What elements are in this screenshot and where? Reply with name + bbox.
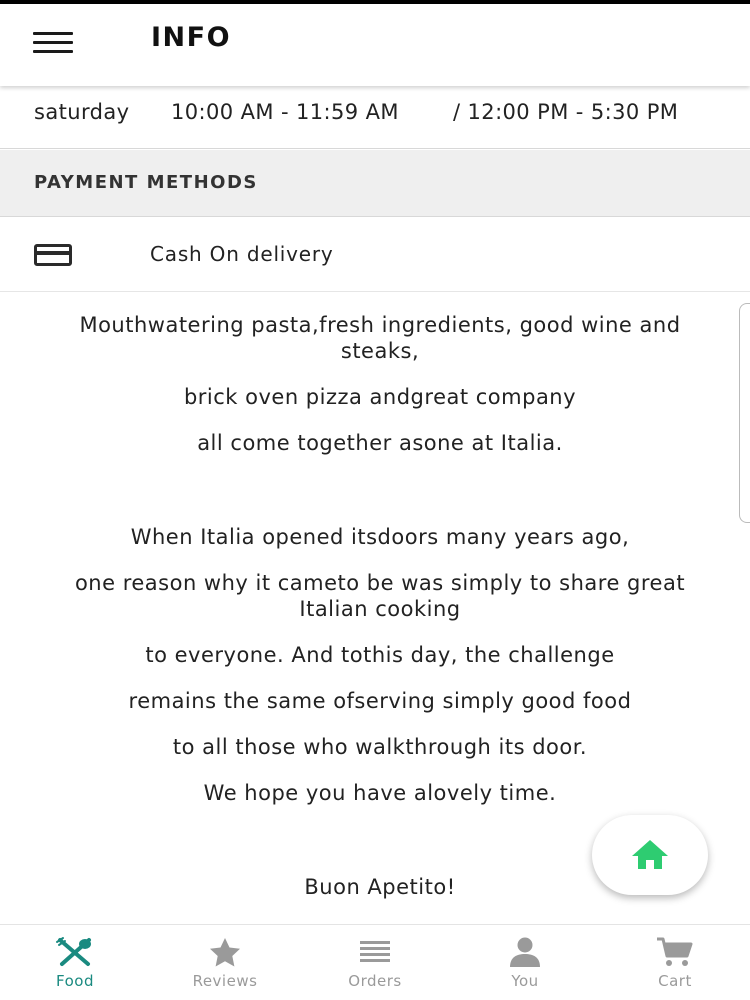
hamburger-menu-icon[interactable] <box>33 32 73 54</box>
payment-methods-header: PAYMENT METHODS <box>0 150 750 217</box>
scrollbar[interactable] <box>739 303 750 523</box>
opening-hours-row: saturday 10:00 AM - 11:59 AM / 12:00 PM … <box>0 86 750 149</box>
home-fab-button[interactable] <box>592 815 708 895</box>
hours-day: saturday <box>34 100 130 124</box>
about-line: to all those who walkthrough its door. <box>172 735 588 759</box>
about-line: remains the same ofserving simply good f… <box>128 689 632 713</box>
nav-item-orders[interactable]: Orders <box>300 925 450 1000</box>
credit-card-icon <box>34 244 72 266</box>
nav-item-reviews[interactable]: Reviews <box>150 925 300 1000</box>
nav-item-cart[interactable]: Cart <box>600 925 750 1000</box>
cart-icon <box>657 937 693 966</box>
person-icon <box>510 937 540 967</box>
about-line: to everyone. And tothis day, the challen… <box>145 643 615 667</box>
app-bar: INFO <box>0 4 750 86</box>
about-line: We hope you have alovely time. <box>203 781 557 805</box>
section-header-label: PAYMENT METHODS <box>34 172 258 193</box>
home-icon <box>632 840 668 869</box>
star-icon <box>210 938 240 967</box>
about-line: When Italia opened itsdoors many years a… <box>130 525 630 549</box>
about-line: Mouthwatering pasta,fresh ingredients, g… <box>79 313 681 363</box>
nav-label-food: Food <box>56 972 94 990</box>
page-title: INFO <box>151 22 232 53</box>
about-line: one reason why it cameto be was simply t… <box>74 571 686 621</box>
about-line: brick oven pizza andgreat company <box>183 385 577 409</box>
nav-item-you[interactable]: You <box>450 925 600 1000</box>
nav-label-reviews: Reviews <box>192 972 258 990</box>
fork-knife-icon <box>56 937 91 966</box>
nav-label-cart: Cart <box>658 972 692 990</box>
list-icon <box>360 941 390 962</box>
nav-label-orders: Orders <box>348 972 402 990</box>
nav-label-you: You <box>511 972 539 990</box>
payment-method-row: Cash On delivery <box>0 218 750 292</box>
hours-slot-morning: 10:00 AM - 11:59 AM <box>171 100 399 124</box>
payment-method-label: Cash On delivery <box>150 242 334 266</box>
hours-slot-afternoon: / 12:00 PM - 5:30 PM <box>453 100 679 124</box>
bottom-navigation: Food Reviews Orders You Cart <box>0 924 750 1000</box>
nav-item-food[interactable]: Food <box>0 925 150 1000</box>
about-line: all come together asone at Italia. <box>197 431 563 455</box>
